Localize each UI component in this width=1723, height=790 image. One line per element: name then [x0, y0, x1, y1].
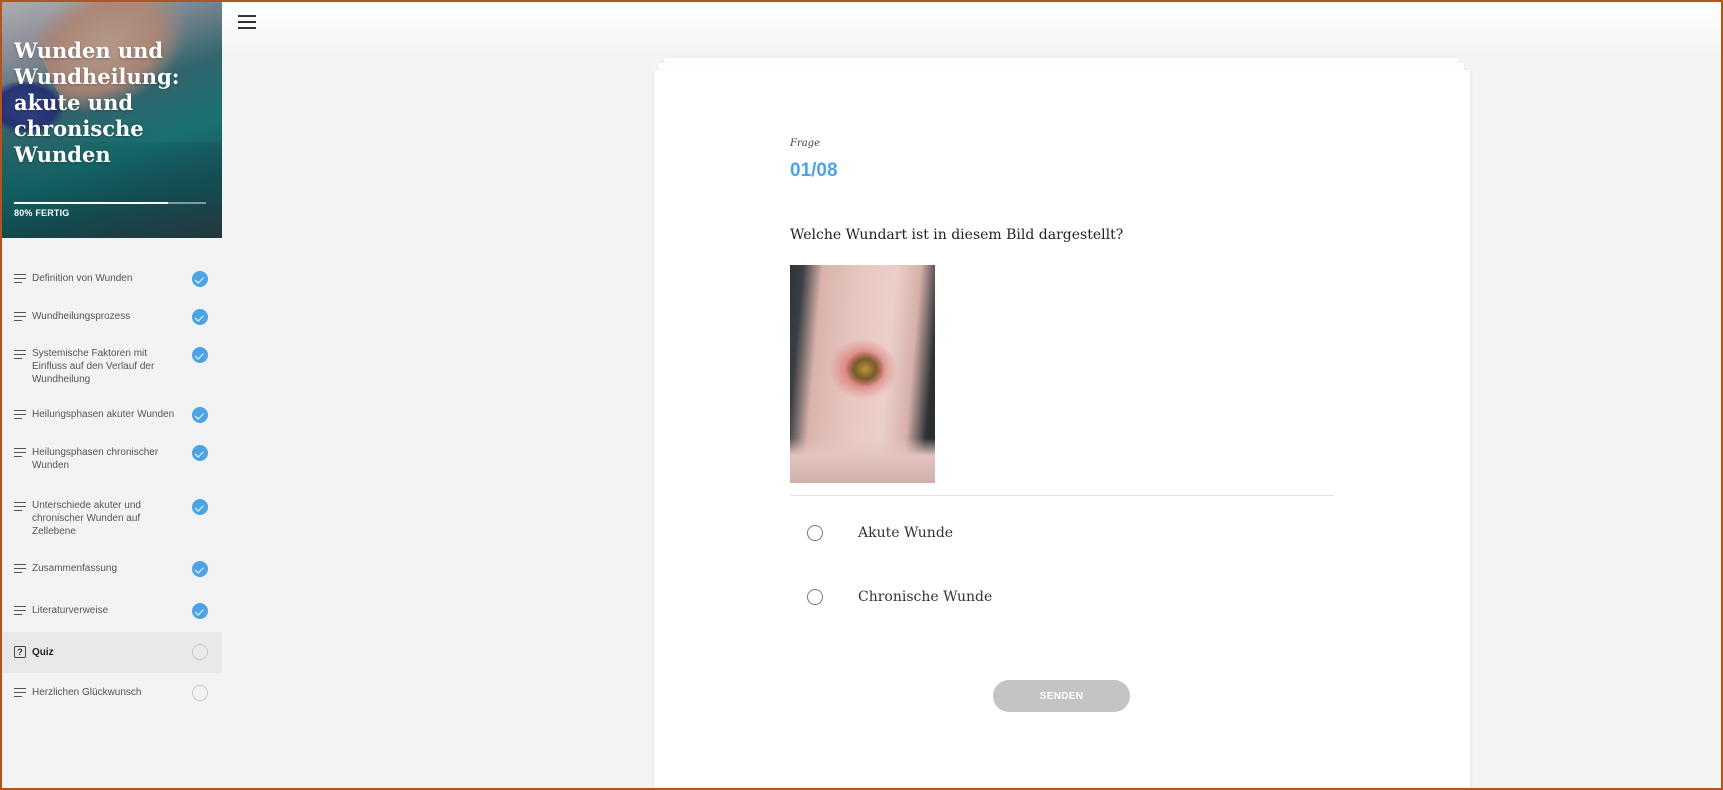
- top-bar: [222, 2, 1721, 54]
- quiz-icon: ?: [14, 646, 26, 658]
- question-image-foot: [790, 438, 935, 483]
- submit-button[interactable]: SENDEN: [993, 680, 1130, 712]
- quiz-card: Frage 01/08 Welche Wundart ist in diesem…: [654, 70, 1470, 790]
- check-icon: [192, 271, 208, 287]
- sidebar-item-heilungsphasen-chronischer-wunden[interactable]: Heilungsphasen chronischer Wunden: [2, 436, 222, 478]
- course-hero: Wunden und Wundheilung: akute und chroni…: [2, 2, 222, 238]
- sidebar-item-label: Herzlichen Glückwunsch: [32, 687, 142, 698]
- question-text: Welche Wundart ist in diesem Bild darges…: [790, 227, 1124, 243]
- divider: [790, 495, 1334, 496]
- sidebar-item-label: Heilungsphasen akuter Wunden: [32, 409, 175, 420]
- sidebar-item-quiz[interactable]: ? Quiz: [2, 632, 222, 673]
- check-icon: [192, 561, 208, 577]
- answer-option-akute-wunde[interactable]: Akute Wunde: [790, 512, 1334, 552]
- course-title: Wunden und Wundheilung: akute und chroni…: [14, 38, 180, 167]
- sidebar-item-literaturverweise[interactable]: Literaturverweise: [2, 594, 222, 628]
- question-label: Frage: [790, 138, 820, 149]
- sidebar-item-label: Literaturverweise: [32, 605, 109, 616]
- lines-icon: [14, 688, 27, 698]
- sidebar-item-label: Systemische Faktoren mit Einfluss auf de…: [32, 348, 155, 385]
- answer-option-chronische-wunde[interactable]: Chronische Wunde: [790, 576, 1334, 616]
- answer-option-label: Akute Wunde: [858, 525, 954, 541]
- lines-icon: [14, 448, 27, 458]
- sidebar-item-label: Heilungsphasen chronischer Wunden: [32, 447, 159, 471]
- check-icon: [192, 407, 208, 423]
- answer-option-label: Chronische Wunde: [858, 589, 993, 605]
- lines-icon: [14, 410, 27, 420]
- check-icon: [192, 347, 208, 363]
- sidebar-item-label: Unterschiede akuter und chronischer Wund…: [32, 500, 141, 537]
- hamburger-menu-icon[interactable]: [238, 15, 256, 29]
- lines-icon: [14, 502, 27, 512]
- sidebar: Wunden und Wundheilung: akute und chroni…: [2, 2, 222, 788]
- radio-button[interactable]: [807, 525, 823, 541]
- sidebar-item-wundheilungsprozess[interactable]: Wundheilungsprozess: [2, 300, 222, 334]
- sidebar-item-heilungsphasen-akuter-wunden[interactable]: Heilungsphasen akuter Wunden: [2, 398, 222, 432]
- sidebar-item-definition-von-wunden[interactable]: Definition von Wunden: [2, 262, 222, 296]
- sidebar-item-herzlichen-glueckwunsch[interactable]: Herzlichen Glückwunsch: [2, 674, 222, 712]
- course-progress-bar: [14, 202, 206, 204]
- incomplete-circle-icon: [192, 685, 208, 701]
- question-image: [790, 265, 935, 483]
- sidebar-item-label: Wundheilungsprozess: [32, 311, 131, 322]
- radio-button[interactable]: [807, 589, 823, 605]
- course-progress-label: 80% FERTIG: [14, 208, 70, 218]
- lines-icon: [14, 274, 27, 284]
- incomplete-circle-icon: [192, 644, 208, 660]
- course-progress-fill: [14, 202, 168, 204]
- sidebar-item-zusammenfassung[interactable]: Zusammenfassung: [2, 552, 222, 586]
- sidebar-item-label: Definition von Wunden: [32, 273, 133, 284]
- lines-icon: [14, 312, 27, 322]
- sidebar-item-systemische-faktoren[interactable]: Systemische Faktoren mit Einfluss auf de…: [2, 338, 222, 385]
- question-counter: 01/08: [790, 160, 838, 181]
- lines-icon: [14, 564, 27, 574]
- check-icon: [192, 445, 208, 461]
- lines-icon: [14, 606, 27, 616]
- sidebar-item-unterschiede[interactable]: Unterschiede akuter und chronischer Wund…: [2, 490, 222, 537]
- check-icon: [192, 499, 208, 515]
- lines-icon: [14, 350, 27, 360]
- sidebar-item-label: Zusammenfassung: [32, 563, 118, 574]
- check-icon: [192, 309, 208, 325]
- sidebar-item-label: Quiz: [32, 647, 54, 658]
- check-icon: [192, 603, 208, 619]
